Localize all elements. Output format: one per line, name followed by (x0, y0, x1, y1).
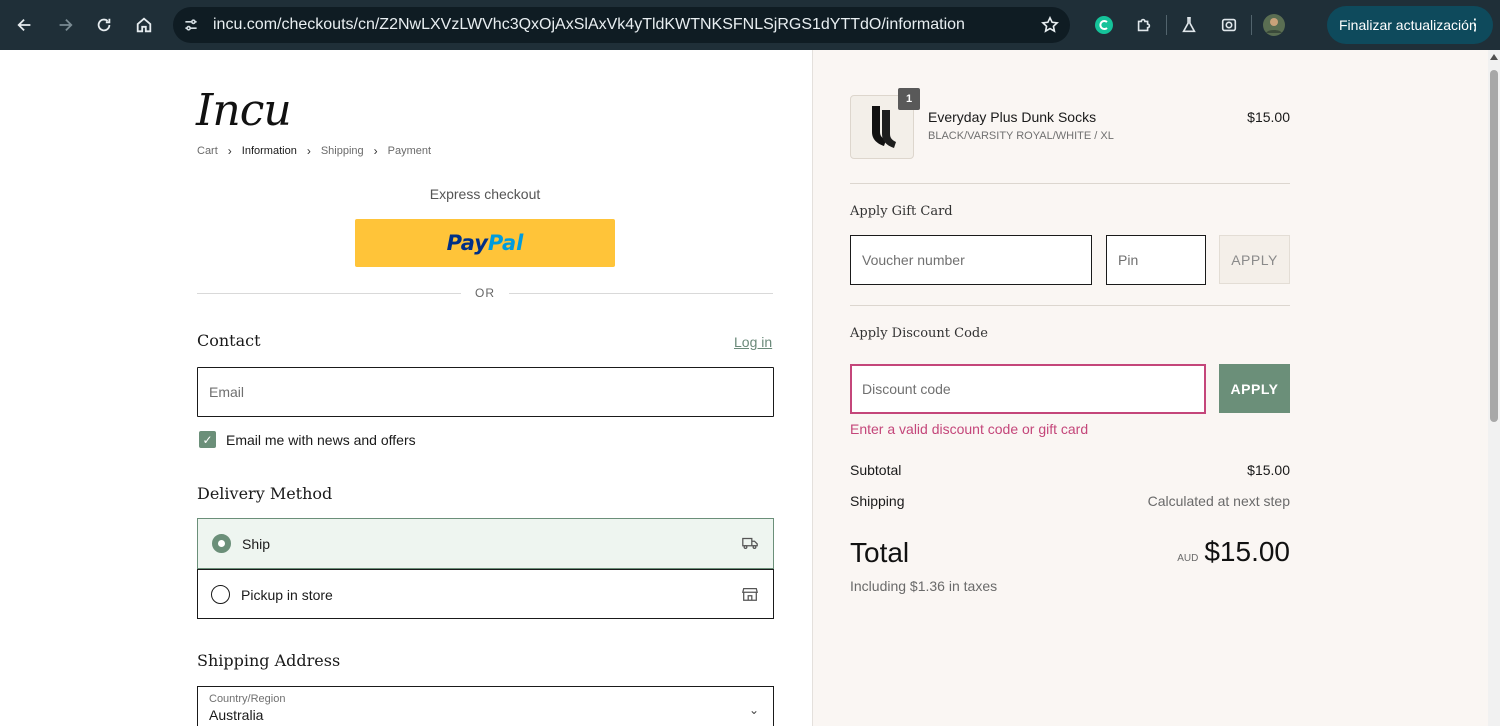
newsletter-checkbox[interactable]: ✓ (199, 431, 216, 448)
email-field[interactable]: Email (197, 367, 774, 417)
paypal-logo-pay: Pay (446, 231, 488, 255)
chevron-right-icon: › (306, 144, 311, 158)
currency-code: AUD (1177, 553, 1199, 564)
toolbar-separator (1251, 15, 1252, 35)
voucher-placeholder: Voucher number (862, 252, 965, 268)
product-name: Everyday Plus Dunk Socks (928, 109, 1097, 125)
apply-gift-card-button[interactable]: APPLY (1219, 235, 1290, 284)
pickup-label: Pickup in store (241, 586, 333, 603)
or-label: OR (475, 286, 495, 300)
summary-divider (850, 183, 1290, 184)
forward-icon[interactable] (45, 5, 85, 45)
product-variant: BLACK/VARSITY ROYAL/WHITE / XL (928, 130, 1114, 142)
truck-icon (742, 537, 758, 550)
extensions-puzzle-icon[interactable] (1124, 5, 1164, 45)
pickup-radio[interactable] (211, 585, 230, 604)
toolbar-separator (1166, 15, 1167, 35)
store-icon (741, 587, 759, 601)
summary-divider (850, 305, 1290, 306)
screenshot-icon[interactable] (1209, 5, 1249, 45)
delivery-method-options: Ship Pickup in store (197, 518, 774, 619)
scroll-up-arrow-icon[interactable] (1490, 54, 1498, 60)
country-region-label: Country/Region (209, 693, 286, 705)
discount-heading: Apply Discount Code (850, 326, 988, 341)
or-divider: OR (197, 285, 773, 301)
paypal-logo-pal: Pal (487, 231, 524, 255)
shipping-address-heading: Shipping Address (197, 651, 341, 670)
newsletter-checkbox-row[interactable]: ✓ Email me with news and offers (199, 431, 416, 448)
discount-placeholder: Discount code (862, 381, 951, 397)
browser-toolbar: incu.com/checkouts/cn/Z2NwLXVzLWVhc3QxOj… (0, 0, 1500, 50)
quantity-badge: 1 (898, 88, 920, 110)
checkout-form-panel: Incu Cart › Information › Shipping › Pay… (0, 50, 812, 726)
address-bar[interactable]: incu.com/checkouts/cn/Z2NwLXVzLWVhc3QxOj… (173, 7, 1070, 43)
reload-icon[interactable] (84, 5, 124, 45)
discount-code-field[interactable]: Discount code (850, 364, 1206, 414)
extensions-area (1084, 0, 1294, 50)
country-region-select[interactable]: Country/Region Australia ⌄ (197, 686, 774, 726)
chevron-right-icon: › (227, 144, 232, 158)
chevron-right-icon: › (373, 144, 378, 158)
pin-field[interactable]: Pin (1106, 235, 1206, 285)
newsletter-label: Email me with news and offers (226, 431, 416, 448)
breadcrumb-payment: Payment (387, 145, 432, 157)
grammarly-extension-icon[interactable] (1084, 5, 1124, 45)
more-menu-icon[interactable]: ⋮ (1467, 15, 1483, 35)
subtotal-label: Subtotal (850, 462, 902, 478)
breadcrumb-information: Information (241, 145, 297, 157)
pin-placeholder: Pin (1118, 252, 1139, 268)
page-scrollbar[interactable] (1488, 50, 1500, 726)
discount-error-message: Enter a valid discount code or gift card (850, 421, 1089, 437)
total-label: Total (850, 537, 910, 568)
country-region-value: Australia (209, 707, 264, 723)
apply-discount-button[interactable]: APPLY (1219, 364, 1290, 413)
socks-image-icon (872, 106, 896, 148)
tax-note: Including $1.36 in taxes (850, 578, 998, 594)
total-value: $15.00 (1204, 536, 1290, 567)
breadcrumb: Cart › Information › Shipping › Payment (197, 144, 431, 158)
shipping-value: Calculated at next step (1147, 493, 1290, 509)
ship-radio[interactable] (212, 534, 231, 553)
scrollbar-thumb[interactable] (1490, 70, 1498, 422)
subtotal-value: $15.00 (1247, 462, 1290, 478)
shipping-label: Shipping (850, 493, 905, 509)
delivery-method-heading: Delivery Method (197, 484, 333, 503)
delivery-option-ship[interactable]: Ship (197, 518, 774, 569)
order-summary-panel: 1 Everyday Plus Dunk Socks BLACK/VARSITY… (812, 50, 1488, 726)
ship-label: Ship (242, 535, 271, 552)
update-chrome-button[interactable]: Finalizar actualización ⋮ (1327, 6, 1493, 44)
back-icon[interactable] (5, 5, 45, 45)
product-price: $15.00 (1247, 109, 1290, 125)
url-text[interactable]: incu.com/checkouts/cn/Z2NwLXVzLWVhc3QxOj… (209, 16, 1030, 34)
breadcrumb-cart[interactable]: Cart (197, 145, 218, 157)
express-checkout-label: Express checkout (429, 186, 541, 202)
breadcrumb-shipping: Shipping (320, 145, 364, 157)
contact-heading: Contact (197, 331, 261, 350)
profile-avatar-icon[interactable] (1254, 5, 1294, 45)
bookmark-star-icon[interactable] (1030, 16, 1070, 34)
paypal-button[interactable]: Pay Pal (355, 219, 615, 267)
home-icon[interactable] (124, 5, 164, 45)
subtotal-row: Subtotal $15.00 (850, 462, 1290, 478)
log-in-link[interactable]: Log in (734, 334, 772, 350)
update-label: Finalizar actualización (1339, 17, 1477, 33)
voucher-number-field[interactable]: Voucher number (850, 235, 1092, 285)
labs-flask-icon[interactable] (1169, 5, 1209, 45)
total-amount: AUD $15.00 (1113, 536, 1290, 568)
site-settings-icon[interactable] (173, 17, 209, 33)
gift-card-heading: Apply Gift Card (850, 204, 953, 219)
email-placeholder: Email (209, 384, 245, 400)
store-logo[interactable]: Incu (196, 85, 292, 136)
chevron-down-icon: ⌄ (748, 703, 759, 717)
shipping-row: Shipping Calculated at next step (850, 493, 1290, 509)
delivery-option-pickup[interactable]: Pickup in store (198, 569, 773, 619)
